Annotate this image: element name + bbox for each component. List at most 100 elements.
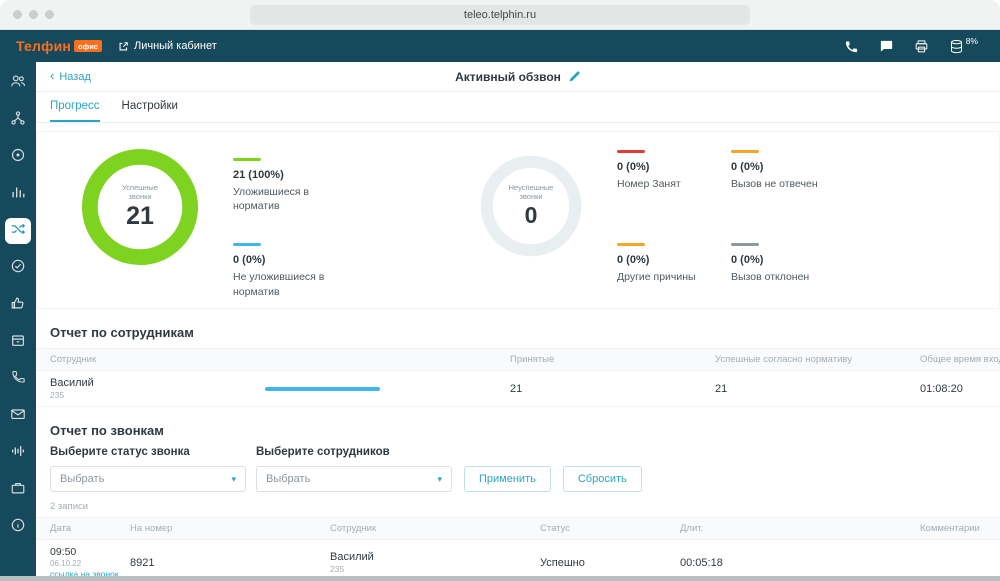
users-icon — [10, 73, 26, 94]
employee-extension: 235 — [50, 390, 265, 400]
storage-icon[interactable]: 8% — [949, 39, 978, 54]
personal-account-link[interactable]: Личный кабинет — [118, 40, 217, 52]
tab-progress[interactable]: Прогресс — [50, 92, 100, 122]
calls-report-title: Отчет по звонкам — [50, 423, 986, 438]
sidebar-item-network[interactable] — [5, 107, 31, 133]
phone-icon[interactable] — [844, 39, 859, 54]
network-icon — [10, 110, 26, 131]
employees-select-value: Выбрать — [266, 473, 310, 485]
mail-icon — [10, 406, 26, 427]
column-header: Сотрудник — [330, 523, 540, 534]
employees-filter-label: Выберите сотрудников — [256, 446, 452, 458]
call-status-select-value: Выбрать — [60, 473, 104, 485]
employees-report-title: Отчет по сотрудникам — [50, 325, 986, 340]
office-badge: офис — [74, 40, 102, 52]
calls-report-section: Отчет по звонкам Выберите статус звонка … — [36, 423, 1000, 581]
sidebar-item-target[interactable] — [5, 144, 31, 170]
briefcase-icon — [10, 480, 26, 501]
success-donut-value: 21 — [126, 202, 154, 231]
sidebar-item-users[interactable] — [5, 70, 31, 96]
employees-filter-group: Выберите сотрудников Выбрать ▾ — [256, 446, 452, 492]
column-header: Общее время входящ — [920, 354, 1000, 365]
call-time: 09:50 — [50, 546, 130, 558]
sidebar-item-recordings[interactable] — [5, 440, 31, 466]
sidebar-item-messages[interactable] — [5, 403, 31, 429]
tab-bar: Прогресс Настройки — [36, 92, 1000, 123]
sidebar-item-services[interactable] — [5, 477, 31, 503]
legend-item-declined: 0 (0%) Вызов отклонен — [731, 243, 861, 284]
employee-name: Василий — [50, 377, 265, 389]
telfin-logo: Телфин — [16, 38, 71, 54]
back-label: Назад — [59, 71, 91, 83]
sidebar-item-dialer[interactable] — [5, 218, 31, 244]
legend-item-out-of-norm: 0 (0%) Не уложившиеся в норматив — [233, 243, 383, 298]
employees-report-section: Отчет по сотрудникам Сотрудник Принятые … — [36, 325, 1000, 407]
zoom-window-button[interactable] — [45, 10, 54, 19]
column-header: Статус — [540, 523, 680, 534]
sidebar-item-quality[interactable] — [5, 255, 31, 281]
target-icon — [10, 147, 26, 168]
sidebar-item-ratings[interactable] — [5, 292, 31, 318]
close-window-button[interactable] — [13, 10, 22, 19]
account-link-label: Личный кабинет — [134, 40, 217, 52]
call-employee-extension: 235 — [330, 564, 540, 574]
page-toolbar: ‹ Назад Активный обзвон — [36, 62, 1000, 92]
fail-legend: 0 (0%) Номер Занят 0 (0%) Вызов не отвеч… — [617, 148, 861, 292]
window-bottom-edge — [0, 576, 1000, 581]
employees-select[interactable]: Выбрать ▾ — [256, 466, 452, 492]
success-calls-donut: Успешные звонки 21 — [81, 148, 199, 266]
records-count: 2 записи — [50, 501, 986, 512]
employee-progress-bar — [265, 387, 380, 391]
column-header: Комментарии — [920, 523, 1000, 534]
success-donut-label: Успешные звонки — [111, 183, 169, 202]
address-bar[interactable]: teleo.telphin.ru — [250, 5, 750, 25]
legend-item-in-norm: 21 (100%) Уложившиеся в норматив — [233, 158, 383, 213]
thumbs-up-icon — [10, 295, 26, 316]
external-link-icon — [118, 41, 129, 52]
printer-icon[interactable] — [914, 39, 929, 54]
call-employee-name: Василий — [330, 551, 540, 563]
employee-success: 21 — [715, 383, 920, 395]
sidebar-item-statistics[interactable] — [5, 181, 31, 207]
phone-call-icon — [11, 369, 26, 389]
success-legend: 21 (100%) Уложившиеся в норматив 0 (0%) … — [233, 148, 383, 292]
column-header: Дата — [50, 523, 130, 534]
sidebar-item-calls[interactable] — [5, 366, 31, 392]
legend-item-busy: 0 (0%) Номер Занят — [617, 150, 707, 191]
edit-title-icon[interactable] — [568, 70, 581, 83]
equalizer-icon — [10, 443, 26, 464]
status-filter-group: Выберите статус звонка Выбрать ▾ — [50, 446, 246, 492]
info-icon — [10, 517, 26, 538]
calls-table-row: 09:50 06.10.22 ссылка на звонок 8921 Вас… — [36, 540, 1000, 581]
page-title: Активный обзвон — [455, 70, 581, 84]
storage-percent-label: 8% — [966, 36, 978, 46]
employees-table-header: Сотрудник Принятые Успешные согласно нор… — [36, 348, 1000, 371]
check-circle-icon — [10, 258, 26, 279]
column-header: На номер — [130, 523, 330, 534]
column-header: Принятые — [510, 354, 715, 365]
call-number: 8921 — [130, 557, 330, 569]
apply-button[interactable]: Применить — [464, 466, 551, 492]
call-status-select[interactable]: Выбрать ▾ — [50, 466, 246, 492]
column-header: Успешные согласно нормативу — [715, 354, 920, 365]
browser-window: teleo.telphin.ru Телфин офис Личный каби… — [0, 0, 1000, 581]
column-header: Сотрудник — [50, 354, 265, 365]
reset-button[interactable]: Сбросить — [563, 466, 642, 492]
browser-chrome: teleo.telphin.ru — [0, 0, 1000, 30]
fail-donut-label: Неуспешные звонки — [502, 183, 560, 202]
back-button[interactable]: ‹ Назад — [50, 71, 91, 83]
archive-box-icon — [10, 332, 26, 353]
legend-color-dash — [617, 243, 645, 246]
sidebar-item-info[interactable] — [5, 514, 31, 540]
chat-icon[interactable] — [879, 39, 894, 54]
calls-table-header: Дата На номер Сотрудник Статус Длит. Ком… — [36, 517, 1000, 540]
sidebar-item-archive[interactable] — [5, 329, 31, 355]
calls-filter-row: Выберите статус звонка Выбрать ▾ Выберит… — [36, 446, 1000, 492]
status-filter-label: Выберите статус звонка — [50, 446, 246, 458]
minimize-window-button[interactable] — [29, 10, 38, 19]
fail-donut-value: 0 — [525, 202, 538, 229]
header-icon-group: 8% — [844, 39, 978, 54]
tab-settings[interactable]: Настройки — [122, 92, 178, 122]
dialer-icon — [10, 221, 26, 242]
call-date: 06.10.22 — [50, 559, 130, 568]
